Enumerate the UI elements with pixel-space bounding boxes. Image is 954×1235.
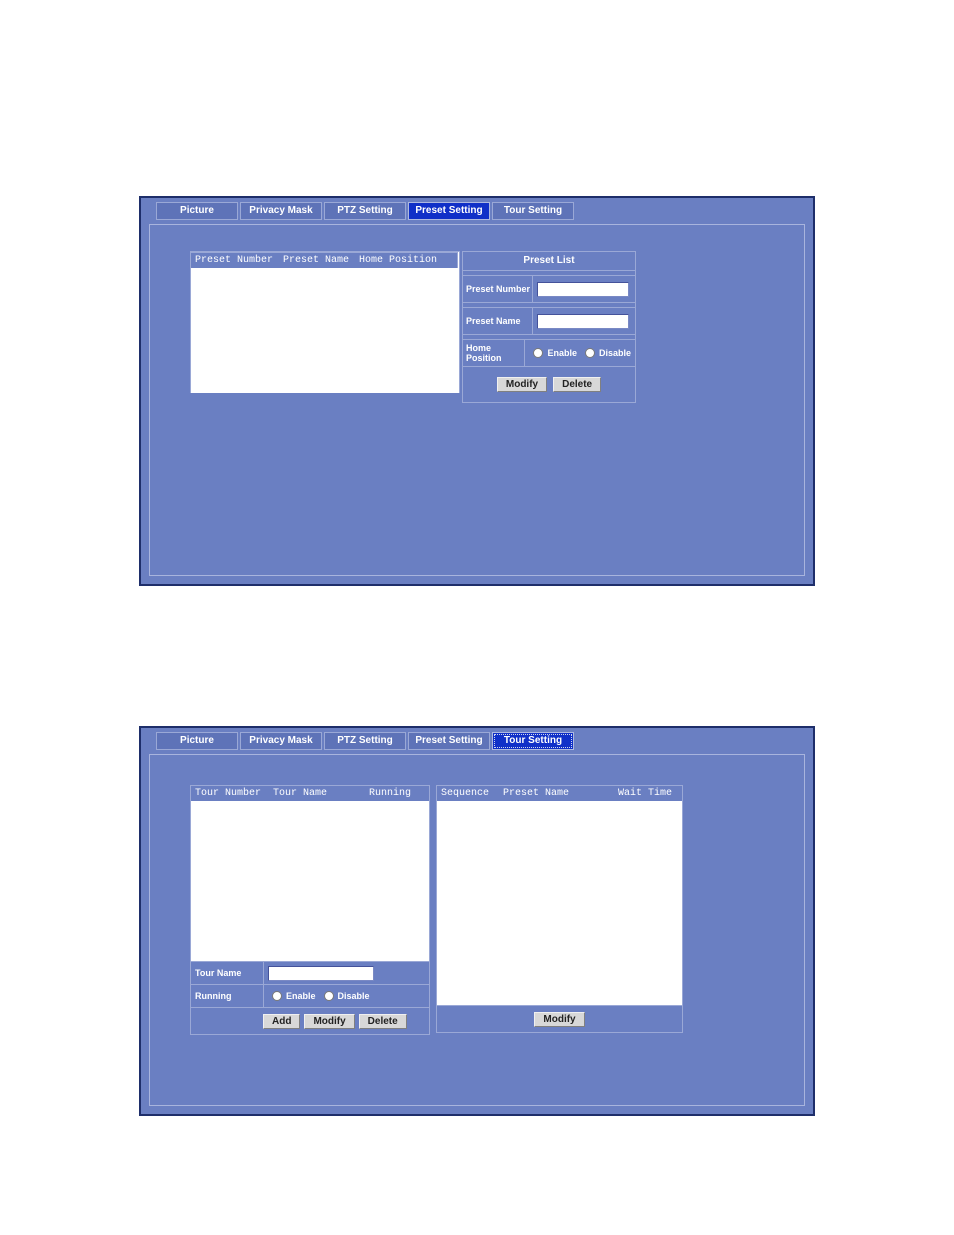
label-running: Running	[191, 985, 264, 1007]
tab-preset-setting[interactable]: Preset Setting	[408, 202, 490, 220]
tour-list-header: Tour Number Tour Name Running	[191, 786, 429, 801]
tour-list-panel: Tour Number Tour Name Running Tour Name …	[190, 785, 430, 1035]
sequence-body[interactable]	[437, 801, 682, 1005]
preset-number-input[interactable]	[537, 282, 629, 297]
tab-row: Picture Privacy Mask PTZ Setting Preset …	[141, 198, 813, 220]
tour-name-input[interactable]	[268, 966, 374, 981]
running-disable-label: Disable	[338, 991, 370, 1001]
tab-preset-setting[interactable]: Preset Setting	[408, 732, 490, 750]
label-tour-name: Tour Name	[191, 962, 264, 984]
inner-frame: Tour Number Tour Name Running Tour Name …	[149, 754, 805, 1106]
col-preset-number: Preset Number	[195, 255, 273, 266]
tab-picture[interactable]: Picture	[156, 202, 238, 220]
tour-list-body[interactable]	[191, 801, 429, 961]
preset-list-body[interactable]	[191, 268, 459, 393]
sequence-modify-button[interactable]: Modify	[534, 1012, 584, 1027]
col-tour-name: Tour Name	[273, 788, 327, 799]
preset-form-title: Preset List	[463, 252, 635, 271]
home-disable-label: Disable	[599, 348, 631, 358]
tour-modify-button[interactable]: Modify	[304, 1014, 354, 1029]
home-disable-radio[interactable]	[585, 348, 595, 358]
tab-row: Picture Privacy Mask PTZ Setting Preset …	[141, 728, 813, 750]
tab-privacy-mask[interactable]: Privacy Mask	[240, 202, 322, 220]
sequence-panel: Sequence Preset Name Wait Time Modify	[436, 785, 683, 1033]
col-preset-name: Preset Name	[503, 788, 569, 799]
tab-privacy-mask[interactable]: Privacy Mask	[240, 732, 322, 750]
tab-tour-setting[interactable]: Tour Setting	[492, 202, 574, 220]
running-disable-radio[interactable]	[324, 991, 334, 1001]
preset-list-header: Preset Number Preset Name Home Position	[190, 252, 458, 268]
tab-picture[interactable]: Picture	[156, 732, 238, 750]
col-tour-number: Tour Number	[195, 788, 261, 799]
label-home-position: Home Position	[463, 340, 525, 366]
preset-name-input[interactable]	[537, 314, 629, 329]
preset-list-table[interactable]: Preset Number Preset Name Home Position	[190, 251, 460, 393]
home-enable-label: Enable	[547, 348, 577, 358]
tab-ptz-setting[interactable]: PTZ Setting	[324, 732, 406, 750]
inner-frame: Preset Number Preset Name Home Position …	[149, 224, 805, 576]
col-home-position: Home Position	[359, 255, 437, 266]
tour-delete-button[interactable]: Delete	[359, 1014, 407, 1029]
col-running: Running	[369, 788, 411, 799]
preset-form: Preset List Preset Number Preset Name Ho…	[462, 251, 636, 403]
tab-ptz-setting[interactable]: PTZ Setting	[324, 202, 406, 220]
col-wait-time: Wait Time	[618, 788, 672, 799]
tour-add-button[interactable]: Add	[263, 1014, 300, 1029]
label-preset-name: Preset Name	[463, 308, 533, 334]
home-enable-radio[interactable]	[533, 348, 543, 358]
label-preset-number: Preset Number	[463, 276, 533, 302]
col-preset-name: Preset Name	[283, 255, 349, 266]
tour-setting-panel: Picture Privacy Mask PTZ Setting Preset …	[139, 726, 815, 1116]
running-enable-radio[interactable]	[272, 991, 282, 1001]
preset-setting-panel: Picture Privacy Mask PTZ Setting Preset …	[139, 196, 815, 586]
sequence-header: Sequence Preset Name Wait Time	[437, 786, 682, 801]
preset-delete-button[interactable]: Delete	[553, 377, 601, 392]
preset-modify-button[interactable]: Modify	[497, 377, 547, 392]
col-sequence: Sequence	[441, 788, 489, 799]
running-enable-label: Enable	[286, 991, 316, 1001]
tab-tour-setting[interactable]: Tour Setting	[492, 732, 574, 750]
